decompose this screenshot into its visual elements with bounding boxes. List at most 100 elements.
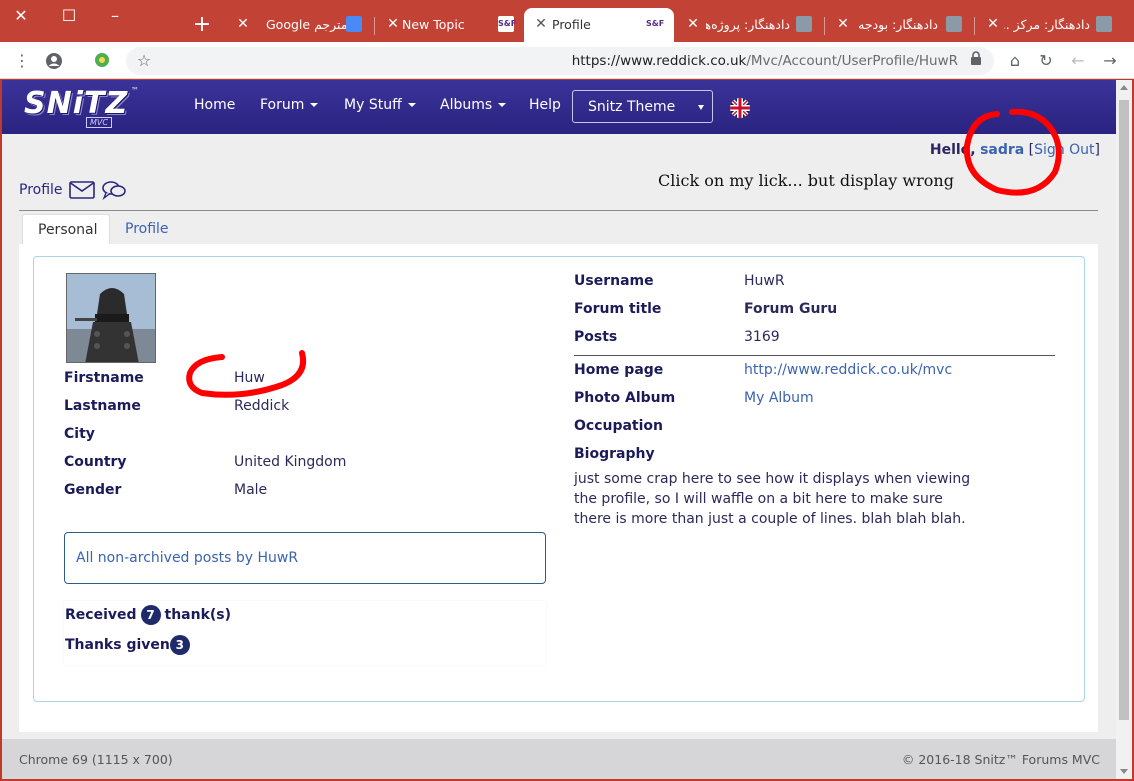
close-icon[interactable]: ✕ [986, 16, 1000, 32]
firstname-label: Firstname [64, 370, 144, 386]
divider [574, 355, 1055, 356]
greeting-text: Hello, [929, 142, 976, 158]
chevron-down-icon [407, 103, 416, 107]
minimize-window-icon[interactable]: – [102, 5, 128, 27]
star-icon[interactable]: ☆ [134, 51, 154, 71]
address-bar[interactable]: ☆ https://www.reddick.co.uk/Mvc/Account/… [126, 47, 994, 75]
tab-personal[interactable]: Personal [22, 214, 110, 245]
tab-profile[interactable]: ✕ Profile S&F [524, 8, 674, 42]
forum-title-label: Forum title [574, 301, 662, 317]
snf-favicon: S&F [646, 16, 664, 32]
scroll-down-icon[interactable] [1120, 769, 1128, 774]
firstname-value: Huw [234, 370, 265, 386]
close-icon[interactable]: ✕ [836, 16, 850, 32]
theme-select-value: Snitz Theme [588, 99, 676, 115]
site-navbar: SNiTZ MVC ™ Home Forum My Stuff Albums H… [2, 80, 1116, 134]
reload-icon[interactable]: ↻ [1036, 51, 1056, 71]
tab-profile-details[interactable]: Profile [110, 214, 184, 245]
homepage-label: Home page [574, 362, 664, 378]
logo-text: SNiTZ [24, 86, 129, 121]
snitz-favicon [796, 16, 812, 32]
photo-album-link[interactable]: My Album [744, 390, 814, 406]
theme-select[interactable]: Snitz Theme [572, 90, 713, 123]
gender-value: Male [234, 482, 268, 498]
chevron-down-icon [310, 103, 319, 107]
user-greeting: Hello, sadra [Sign Out] [929, 142, 1100, 158]
back-icon[interactable]: → [1100, 51, 1120, 71]
received-label: Received [65, 607, 137, 623]
forward-icon[interactable]: ← [1068, 51, 1088, 71]
menu-icon[interactable]: ⋮ [12, 51, 32, 71]
tab-new-topic[interactable]: ✕ New Topic S&F [376, 8, 522, 42]
tab-title: New Topic [402, 17, 465, 32]
profile-card: Firstname Huw Lastname Reddick City Coun… [33, 256, 1085, 702]
nav-forum[interactable]: Forum [260, 97, 319, 113]
snitz-favicon [946, 16, 962, 32]
username-link[interactable]: sadra [980, 142, 1024, 158]
username-label: Username [574, 273, 654, 289]
biography-label: Biography [574, 446, 655, 462]
extension-icon[interactable] [92, 51, 112, 71]
google-translate-icon [346, 16, 362, 32]
chevron-down-icon [698, 105, 704, 110]
tab-title: Profile [552, 17, 591, 32]
snf-favicon: S&F [498, 16, 516, 32]
page-footer: Chrome 69 (1115 x 700) © 2016-18 Snitz™ … [2, 739, 1116, 779]
posts-link[interactable]: All non-archived posts by HuwR [76, 550, 298, 566]
browser-toolbar: ⋮ ☆ https://www.reddick.co.uk/Mvc/Accoun… [0, 42, 1134, 79]
snitz-favicon [1096, 16, 1112, 32]
profile-link[interactable]: Profile [19, 182, 63, 198]
tab-strip: ✕ ☐ – + ✕ Google مترجم ✕ New Topic S&F ✕… [0, 0, 1134, 42]
thanks-received-row: Received 7 thank(s) [65, 605, 231, 625]
nav-albums-label: Albums [440, 97, 493, 113]
tab-separator [824, 17, 825, 35]
uk-flag-icon[interactable] [730, 98, 750, 118]
maximize-window-icon[interactable]: ☐ [56, 5, 82, 27]
tab-center[interactable]: ✕ دادهنگار: مرکز ... [976, 8, 1122, 42]
tab-google-translate[interactable]: ✕ Google مترجم [226, 8, 372, 42]
nav-home[interactable]: Home [194, 97, 235, 113]
sign-out-link[interactable]: Sign Out [1034, 142, 1094, 158]
web-page: SNiTZ MVC ™ Home Forum My Stuff Albums H… [2, 80, 1116, 779]
tab-budget[interactable]: ✕ دادهنگار: بودجه و... [826, 8, 972, 42]
copyright: © 2016-18 Snitz™ Forums MVC [901, 752, 1100, 767]
country-label: Country [64, 454, 127, 470]
profile-panel: Firstname Huw Lastname Reddick City Coun… [19, 244, 1098, 732]
annotation-note: Click on my lick... but display wrong [658, 171, 954, 190]
nav-help[interactable]: Help [529, 97, 561, 113]
lock-icon[interactable] [966, 51, 986, 71]
close-icon[interactable]: ✕ [686, 16, 700, 32]
new-tab-button[interactable]: + [190, 14, 214, 38]
posts-link-box[interactable]: All non-archived posts by HuwR [64, 532, 546, 584]
divider [19, 210, 1098, 211]
username-value: HuwR [744, 273, 785, 289]
scrollbar-thumb[interactable] [1119, 100, 1129, 720]
lastname-label: Lastname [64, 398, 141, 414]
tab-title: دادهنگار: مرکز ... [1004, 17, 1090, 32]
chevron-down-icon [498, 103, 507, 107]
close-icon[interactable]: ✕ [386, 16, 400, 32]
gender-label: Gender [64, 482, 122, 498]
homepage-link[interactable]: http://www.reddick.co.uk/mvc [744, 362, 952, 378]
scroll-up-icon[interactable] [1120, 85, 1128, 90]
envelope-icon[interactable] [68, 181, 95, 199]
lastname-value: Reddick [234, 398, 290, 414]
received-count-badge: 7 [140, 605, 161, 625]
avatar [66, 273, 156, 363]
tab-projects[interactable]: ✕ دادهنگار: پروژه‌ها [676, 8, 822, 42]
vertical-scrollbar[interactable] [1116, 80, 1132, 779]
tab-separator [374, 17, 375, 35]
close-icon[interactable]: ✕ [236, 16, 250, 32]
close-window-icon[interactable]: ✕ [8, 5, 34, 27]
close-icon[interactable]: ✕ [534, 16, 548, 32]
chat-bubbles-icon[interactable] [101, 180, 127, 200]
snitz-logo[interactable]: SNiTZ MVC ™ [24, 86, 140, 128]
occupation-label: Occupation [574, 418, 664, 434]
home-icon[interactable]: ⌂ [1005, 51, 1025, 71]
nav-my-stuff[interactable]: My Stuff [344, 97, 416, 113]
biography-text: just some crap here to see how it displa… [574, 471, 971, 527]
nav-my-stuff-label: My Stuff [344, 97, 402, 113]
nav-albums[interactable]: Albums [440, 97, 507, 113]
posts-value: 3169 [744, 329, 780, 345]
account-icon[interactable] [44, 51, 64, 71]
